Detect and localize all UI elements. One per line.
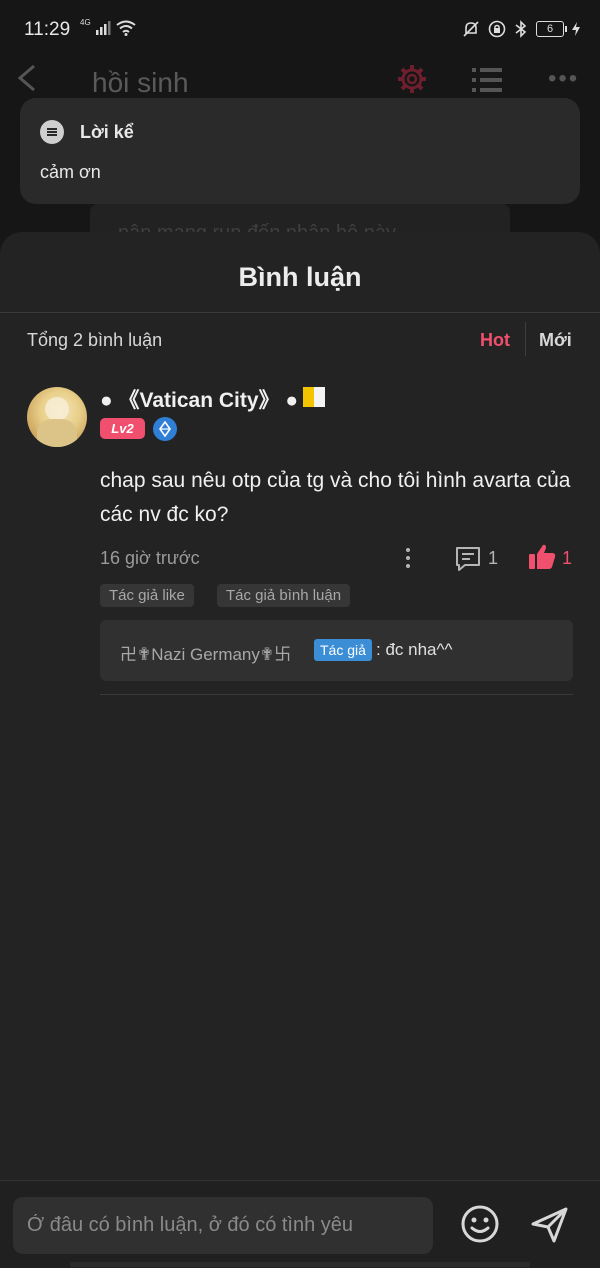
status-network: 4G bbox=[80, 17, 137, 36]
navigation-handle bbox=[70, 1262, 530, 1267]
author-badge: Tác giả bbox=[314, 639, 372, 661]
battery-icon: 6 bbox=[536, 21, 567, 37]
note-card: Lời kể cảm ơn bbox=[20, 98, 580, 204]
divider bbox=[0, 312, 600, 313]
comment-text: chap sau nêu otp của tg và cho tôi hình … bbox=[100, 469, 571, 526]
author-liked-tag: Tác giả like bbox=[100, 584, 194, 607]
bell-off-icon bbox=[463, 21, 479, 37]
comment-total: Tổng 2 bình luận bbox=[27, 330, 163, 350]
vatican-flag-icon bbox=[303, 387, 325, 407]
bluetooth-icon bbox=[515, 20, 527, 38]
diamond-badge-icon bbox=[153, 417, 177, 441]
avatar[interactable] bbox=[27, 387, 87, 447]
comment-input-bar bbox=[0, 1180, 600, 1268]
reply-count: 1 bbox=[488, 548, 499, 568]
charging-icon bbox=[572, 22, 580, 36]
network-label: 4G bbox=[80, 17, 91, 27]
more-vertical-icon[interactable] bbox=[398, 544, 418, 574]
note-title: Lời kể bbox=[80, 122, 134, 142]
sort-divider bbox=[525, 322, 526, 356]
story-title: hồi sinh bbox=[92, 67, 189, 98]
sort-hot-tab[interactable]: Hot bbox=[480, 330, 510, 351]
status-time: 11:29 bbox=[24, 19, 71, 40]
reply-text: : đc nha^^ bbox=[376, 640, 453, 659]
note-icon bbox=[40, 120, 64, 144]
list-icon[interactable] bbox=[472, 67, 502, 98]
emoji-icon[interactable] bbox=[460, 1204, 500, 1249]
author-replied-tag: Tác giả bình luận bbox=[217, 584, 351, 607]
note-body: cảm ơn bbox=[40, 162, 101, 182]
sheet-title: Bình luận bbox=[238, 262, 362, 292]
reply-author: 卍✟Nazi Germany✟卐 bbox=[120, 645, 292, 664]
author-reply[interactable]: 卍✟Nazi Germany✟卐 Tác giả : đc nha^^ bbox=[100, 620, 573, 681]
wifi-icon bbox=[116, 20, 136, 36]
level-badge: Lv2 bbox=[100, 418, 145, 439]
signal-icon bbox=[95, 21, 111, 35]
more-horizontal-icon[interactable]: ••• bbox=[548, 65, 579, 93]
send-icon[interactable] bbox=[530, 1205, 570, 1250]
sort-new-tab[interactable]: Mới bbox=[539, 330, 572, 351]
thumbs-up-icon[interactable] bbox=[528, 543, 556, 576]
rotation-lock-icon bbox=[488, 20, 506, 38]
comment-time: 16 giờ trước bbox=[100, 548, 200, 568]
gear-icon[interactable] bbox=[396, 63, 428, 100]
back-arrow-icon[interactable] bbox=[16, 63, 38, 100]
like-count: 1 bbox=[562, 548, 573, 568]
comment-input[interactable] bbox=[13, 1197, 433, 1254]
comment-username[interactable]: ● 《Vatican City》 ● bbox=[100, 384, 298, 414]
status-icons: 6 bbox=[462, 20, 580, 38]
comment-icon[interactable] bbox=[454, 545, 482, 578]
comments-sheet: Bình luận Tổng 2 bình luận Hot Mới ● 《Va… bbox=[0, 232, 600, 1267]
comment-divider bbox=[100, 694, 573, 695]
status-bar: 11:29 4G 6 bbox=[0, 0, 600, 60]
